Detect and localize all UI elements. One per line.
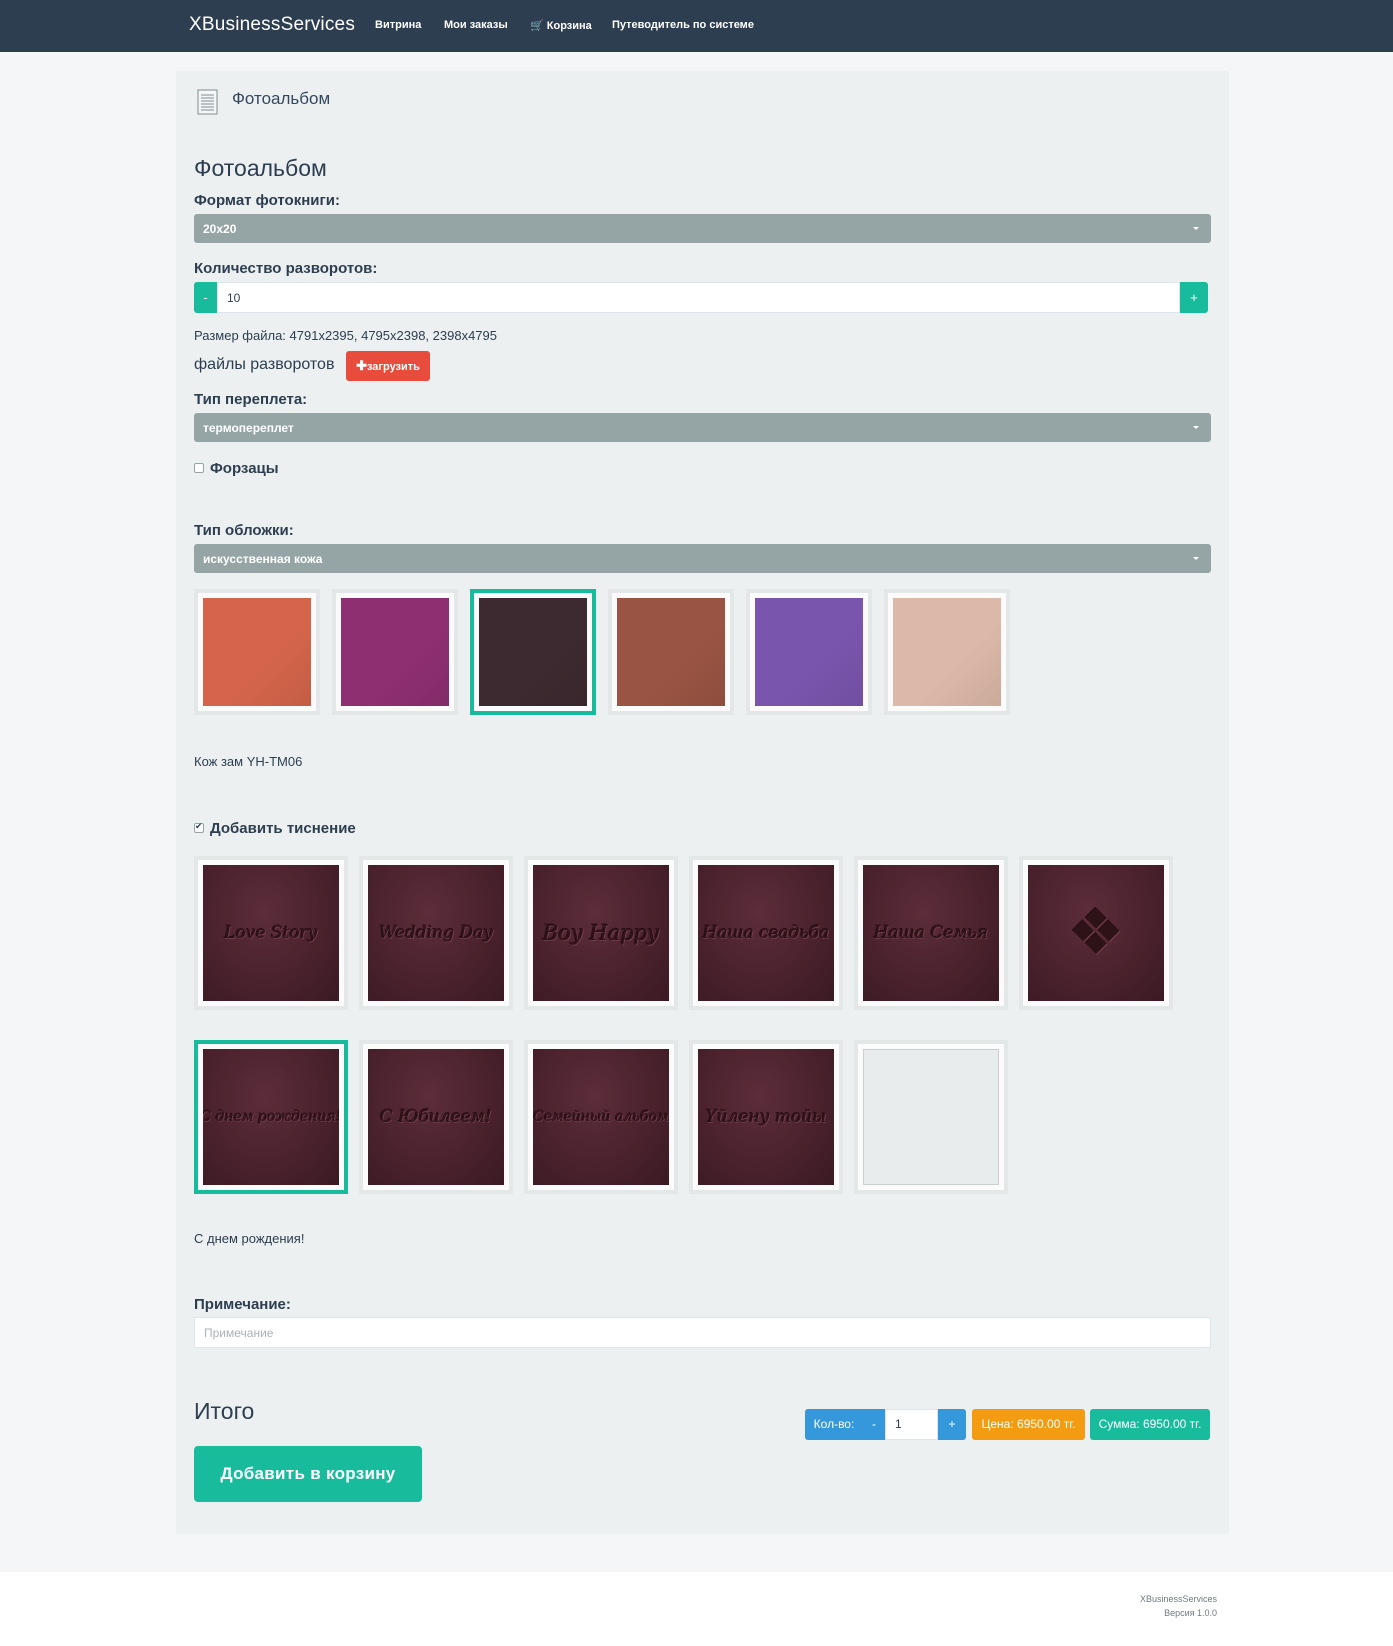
embossing-image: Wedding Day	[368, 865, 504, 1001]
embossing-text: Наша Семья	[873, 923, 989, 943]
qty-minus-button[interactable]: -	[863, 1409, 885, 1440]
document-icon	[197, 89, 218, 115]
embossing-text: С Юбилеем!	[380, 1107, 492, 1127]
add-to-cart-button[interactable]: Добавить в корзину	[194, 1446, 422, 1502]
cover-swatch-image	[893, 598, 1001, 706]
cover-swatch[interactable]	[608, 589, 734, 715]
endpapers-checkbox[interactable]	[194, 463, 204, 473]
cover-swatch-image	[617, 598, 725, 706]
plus-icon: ✚	[356, 358, 367, 373]
spreads-input[interactable]	[217, 282, 1180, 313]
embossing-image: Үйлену тойы	[698, 1049, 834, 1185]
form-title: Фотоальбом	[194, 155, 327, 181]
cover-swatch-image	[755, 598, 863, 706]
footer-company: XBusinessServices	[1139, 1594, 1217, 1604]
nav-item-my-orders[interactable]: Мои заказы	[444, 19, 508, 31]
note-input[interactable]	[194, 1317, 1211, 1348]
embossing-option[interactable]: Наша свадьба	[689, 856, 843, 1010]
embossing-option[interactable]: Үйлену тойы	[689, 1040, 843, 1194]
footer: XBusinessServices Версия 1.0.0	[0, 1572, 1393, 1646]
embossing-image: ❖	[1028, 865, 1164, 1001]
embossing-label: Добавить тиснение	[210, 820, 356, 837]
binding-label: Тип переплета:	[194, 391, 308, 408]
file-size-text: Размер файла: 4791x2395, 4795x2398, 2398…	[194, 328, 497, 343]
embossing-image: Boy Happy	[533, 865, 669, 1001]
nav-item-guide[interactable]: Путеводитель по системе	[612, 19, 754, 31]
format-label: Формат фотокниги:	[194, 192, 340, 209]
embossing-selected-name: С днем рождения!	[194, 1231, 305, 1246]
embossing-text: Boy Happy	[542, 921, 660, 945]
format-select[interactable]: 20x20	[194, 214, 1211, 243]
embossing-option[interactable]: С Юбилеем!	[359, 1040, 513, 1194]
cart-icon: 🛒	[530, 20, 544, 32]
embossing-text: Love Story	[224, 923, 318, 943]
embossing-image: Наша Семья	[863, 865, 999, 1001]
embossing-option[interactable]: Boy Happy	[524, 856, 678, 1010]
caret-down-icon	[1193, 557, 1199, 560]
embossing-image: Наша свадьба	[698, 865, 834, 1001]
nav-item-cart-label: Корзина	[546, 20, 592, 32]
cover-swatch[interactable]	[470, 589, 596, 715]
cover-swatch-image	[341, 598, 449, 706]
embossing-option[interactable]: Семейный альбом	[524, 1040, 678, 1194]
embossing-option[interactable]	[854, 1040, 1008, 1194]
panel-title: Фотоальбом	[232, 89, 331, 108]
qty-input[interactable]: 1	[885, 1409, 938, 1440]
footer-version: Версия 1.0.0	[1164, 1608, 1217, 1618]
embossing-checkbox[interactable]	[194, 821, 204, 833]
nav-item-showcase[interactable]: Витрина	[375, 19, 421, 31]
cover-label: Тип обложки:	[194, 522, 294, 539]
embossing-option[interactable]: Wedding Day	[359, 856, 513, 1010]
cover-swatch[interactable]	[332, 589, 458, 715]
cover-swatch[interactable]	[746, 589, 872, 715]
navbar: XBusinessServices Витрина Мои заказы 🛒 К…	[0, 0, 1393, 52]
format-select-value: 20x20	[203, 222, 237, 236]
note-label: Примечание:	[194, 1296, 291, 1313]
cover-select-value: искусственная кожа	[203, 552, 323, 566]
embossing-text: С днем рождения!	[203, 1109, 339, 1125]
qty-label: Кол-во:	[805, 1409, 863, 1440]
ornament-icon: ❖	[1067, 896, 1125, 970]
embossing-image: Семейный альбом	[533, 1049, 669, 1185]
cover-swatch-image	[203, 598, 311, 706]
spreads-input-field[interactable]	[218, 283, 1179, 312]
note-input-field[interactable]	[195, 1318, 1210, 1347]
qty-plus-button[interactable]: +	[938, 1409, 966, 1440]
embossing-option[interactable]: ❖	[1019, 856, 1173, 1010]
embossing-text: Семейный альбом	[533, 1109, 669, 1125]
total-badge: Сумма: 6950.00 тг.	[1090, 1409, 1210, 1440]
embossing-text: Наша свадьба	[702, 923, 830, 943]
caret-down-icon	[1193, 426, 1199, 429]
embossing-image: С днем рождения!	[203, 1049, 339, 1185]
cover-selected-name: Кож зам YH-TM06	[194, 754, 303, 769]
embossing-option[interactable]: Love Story	[194, 856, 348, 1010]
spreads-label: Количество разворотов:	[194, 260, 378, 277]
binding-select[interactable]: термопереплет	[194, 413, 1211, 442]
brand-link[interactable]: XBusinessServices	[189, 14, 355, 36]
embossing-image: Love Story	[203, 865, 339, 1001]
embossing-option[interactable]: С днем рождения!	[194, 1040, 348, 1194]
caret-down-icon	[1193, 227, 1199, 230]
spread-files-label: файлы разворотов	[194, 356, 335, 373]
nav-item-cart[interactable]: 🛒 Корзина	[530, 19, 592, 32]
endpapers-label: Форзацы	[210, 460, 279, 477]
upload-button[interactable]: ✚загрузить	[346, 351, 430, 381]
embossing-text: Wedding Day	[379, 923, 493, 943]
summary-title: Итого	[194, 1398, 255, 1424]
embossing-text: Үйлену тойы	[705, 1107, 827, 1127]
spreads-minus-button[interactable]: -	[194, 282, 217, 313]
upload-button-label: загрузить	[366, 361, 420, 373]
embossing-option[interactable]: Наша Семья	[854, 856, 1008, 1010]
cover-swatch-image	[479, 598, 587, 706]
embossing-image: С Юбилеем!	[368, 1049, 504, 1185]
binding-select-value: термопереплет	[203, 421, 294, 435]
spreads-plus-button[interactable]: +	[1180, 282, 1208, 313]
cover-swatch[interactable]	[884, 589, 1010, 715]
cover-swatch[interactable]	[194, 589, 320, 715]
embossing-empty-tile	[863, 1049, 999, 1185]
cover-select[interactable]: искусственная кожа	[194, 544, 1211, 573]
price-badge: Цена: 6950.00 тг.	[972, 1409, 1085, 1440]
